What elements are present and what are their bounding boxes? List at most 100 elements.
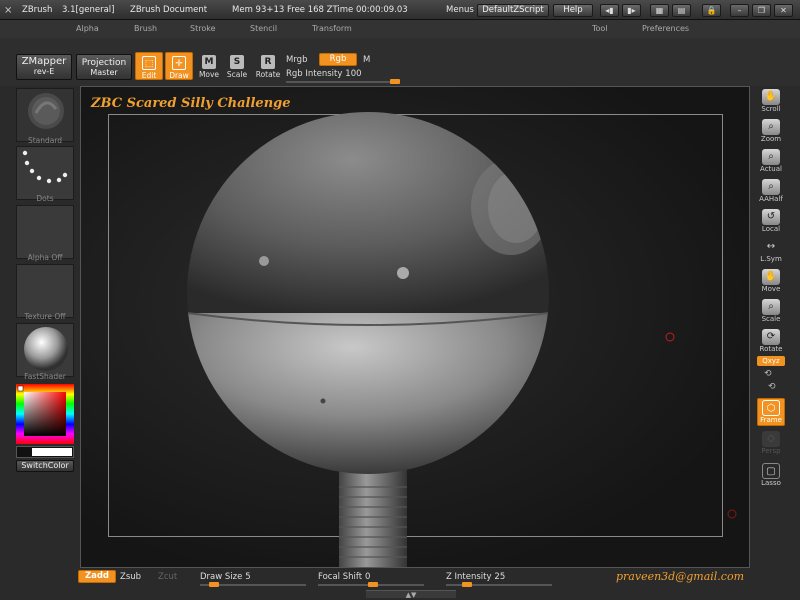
- alpha-label: Alpha Off: [27, 253, 63, 262]
- move-view-button[interactable]: ✋ Move: [757, 268, 785, 296]
- actual-button[interactable]: ⌕ Actual: [757, 148, 785, 176]
- focal-shift-value: 0: [364, 572, 371, 582]
- move-label: Move: [198, 70, 220, 79]
- move-button[interactable]: M Move: [195, 52, 223, 80]
- layout-next-icon[interactable]: ▮▸: [622, 4, 641, 17]
- rgb-button[interactable]: Rgb: [319, 53, 357, 66]
- brush-swatch[interactable]: [16, 88, 74, 142]
- memory-status: Mem 93+13 Free 168 ZTime 00:00:09.03: [232, 5, 408, 15]
- zadd-button[interactable]: Zadd: [78, 570, 116, 583]
- alpha-swatch[interactable]: [16, 205, 74, 259]
- title-bar: ⨯ ZBrush 3.1[general] ZBrush Document Me…: [0, 0, 800, 20]
- minimize-icon[interactable]: –: [730, 4, 749, 17]
- z-axis-icon[interactable]: ⟲: [768, 382, 776, 392]
- persp-label: Persp: [761, 447, 781, 455]
- layout-grid-icon[interactable]: ▦: [650, 4, 669, 17]
- zsub-button[interactable]: Zsub: [120, 572, 141, 582]
- focal-shift-knob[interactable]: [368, 582, 378, 587]
- xyz-toggle[interactable]: Qxyz: [757, 356, 785, 366]
- default-zscript-button[interactable]: DefaultZScript: [477, 4, 549, 17]
- layout-split-icon[interactable]: ▤: [672, 4, 691, 17]
- primary-color-swatch: [32, 448, 72, 456]
- edit-icon: ⬚: [142, 56, 156, 70]
- m-button[interactable]: M: [363, 55, 370, 65]
- persp-button[interactable]: ◇ Persp: [757, 430, 785, 458]
- close-icon[interactable]: ✕: [774, 4, 793, 17]
- rotate-icon: R: [261, 55, 275, 69]
- y-axis-icon[interactable]: ⟲: [764, 369, 772, 379]
- scroll-label: Scroll: [761, 105, 781, 113]
- color-picker[interactable]: [16, 384, 74, 444]
- actual-label: Actual: [760, 165, 782, 173]
- projection-master-button[interactable]: Projection Master: [76, 54, 132, 80]
- scale-view-label: Scale: [761, 315, 781, 323]
- toolbar: ZMapper rev-E Projection Master ⬚ Edit ✛…: [0, 38, 800, 86]
- document-canvas[interactable]: ZBC Scared Silly Challenge: [80, 86, 750, 568]
- focal-shift-slider[interactable]: Focal Shift 0: [318, 572, 428, 588]
- texture-swatch[interactable]: [16, 264, 74, 318]
- stroke-swatch[interactable]: [16, 146, 74, 200]
- aahalf-button[interactable]: ⌕ AAHalf: [757, 178, 785, 206]
- scroll-button[interactable]: ✋ Scroll: [757, 88, 785, 116]
- sculpt-model[interactable]: [81, 87, 750, 568]
- draw-size-slider[interactable]: Draw Size 5: [200, 572, 310, 588]
- scale-view-button[interactable]: ⌕ Scale: [757, 298, 785, 326]
- scale-button[interactable]: S Scale: [223, 52, 251, 80]
- menu-transform[interactable]: Transform: [312, 24, 352, 33]
- frame-button[interactable]: ⬡ Frame: [757, 398, 785, 426]
- rgb-intensity-value: 100: [345, 69, 362, 79]
- material-swatch[interactable]: [16, 323, 74, 377]
- lsym-label: L.Sym: [760, 255, 782, 263]
- aahalf-label: AAHalf: [759, 195, 783, 203]
- app-name: ZBrush: [22, 5, 53, 15]
- magnifier-half-icon: ⌕: [762, 179, 780, 195]
- z-intensity-slider[interactable]: Z Intensity 25: [446, 572, 556, 588]
- magnifier-actual-icon: ⌕: [762, 149, 780, 165]
- menu-stroke[interactable]: Stroke: [190, 24, 216, 33]
- menus-toggle[interactable]: Menus: [446, 5, 474, 15]
- mrgb-button[interactable]: Mrgb: [286, 55, 307, 65]
- zoom-button[interactable]: ⌕ Zoom: [757, 118, 785, 146]
- scale-icon: S: [230, 55, 244, 69]
- menu-stencil[interactable]: Stencil: [250, 24, 277, 33]
- scale-label: Scale: [226, 70, 248, 79]
- edit-button[interactable]: ⬚ Edit: [135, 52, 163, 80]
- lasso-button[interactable]: ▢ Lasso: [757, 462, 785, 490]
- z-intensity-knob[interactable]: [462, 582, 472, 587]
- collapse-tray-icon[interactable]: ▲▼: [366, 590, 456, 599]
- stroke-label: Dots: [36, 194, 54, 203]
- rgb-intensity-slider[interactable]: Rgb Intensity 100: [286, 69, 402, 85]
- app-version: 3.1[general]: [62, 5, 115, 15]
- local-button[interactable]: ↺ Local: [757, 208, 785, 236]
- scale-view-icon: ⌕: [762, 299, 780, 315]
- zcut-button[interactable]: Zcut: [158, 572, 177, 582]
- draw-size-knob[interactable]: [209, 582, 219, 587]
- switch-color-button[interactable]: SwitchColor: [16, 460, 74, 472]
- restore-icon[interactable]: ❐: [752, 4, 771, 17]
- zmapper-label: ZMapper: [21, 56, 67, 67]
- color-picker-icon: [16, 384, 74, 444]
- author-email: praveen3d@gmail.com: [616, 570, 744, 583]
- rgb-intensity-knob[interactable]: [390, 79, 400, 84]
- right-shelf: ✋ Scroll ⌕ Zoom ⌕ Actual ⌕ AAHalf ↺ Local ↔ L.…: [752, 86, 800, 570]
- menu-preferences[interactable]: Preferences: [642, 24, 689, 33]
- help-button[interactable]: Help: [553, 4, 593, 17]
- local-icon: ↺: [762, 209, 780, 225]
- secondary-color[interactable]: [16, 446, 74, 458]
- dot-detail: [320, 398, 326, 404]
- menu-tool[interactable]: Tool: [592, 24, 608, 33]
- rotate-button[interactable]: R Rotate: [254, 52, 282, 80]
- layout-prev-icon[interactable]: ◂▮: [600, 4, 619, 17]
- focal-shift-label: Focal Shift: [318, 572, 363, 582]
- zmapper-button[interactable]: ZMapper rev-E: [16, 54, 72, 80]
- rotate-view-button[interactable]: ⟳ Rotate: [757, 328, 785, 356]
- z-intensity-value: 25: [494, 572, 506, 582]
- menu-brush[interactable]: Brush: [134, 24, 157, 33]
- zoom-label: Zoom: [760, 135, 782, 143]
- lock-icon[interactable]: 🔒: [702, 4, 721, 17]
- draw-button[interactable]: ✛ Draw: [165, 52, 193, 80]
- lsym-button[interactable]: ↔ L.Sym: [757, 238, 785, 266]
- pivot-marker-icon: [727, 509, 737, 519]
- hand-icon: ✋: [762, 89, 780, 105]
- menu-alpha[interactable]: Alpha: [76, 24, 99, 33]
